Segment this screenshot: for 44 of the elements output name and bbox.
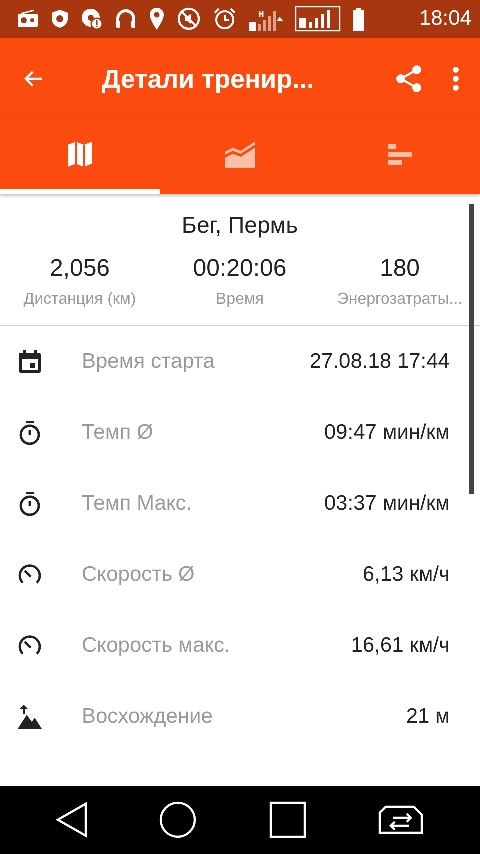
map-icon [68,142,92,168]
stopwatch-icon [18,492,42,516]
detail-value: 03:37 мин/км [324,492,450,516]
stopwatch-icon [18,420,42,444]
detail-value: 16,61 км/ч [351,634,450,658]
stat-label: Энергозатраты... [337,291,463,309]
detail-label: Темп Макс. [82,492,194,516]
activity-title: Бег, Пермь [182,212,298,239]
stat-label: Дистанция (км) [24,291,136,309]
recents-square-icon [268,801,307,839]
stat-value: 180 [380,255,420,283]
sim-switch-icon [378,805,424,835]
clock-time: 18:04 [419,7,472,31]
back-triangle-icon [56,802,88,838]
detail-value: 27.08.18 17:44 [310,350,450,374]
location-pin-icon [149,7,165,31]
headphones-icon [115,8,137,30]
alert-badge-icon [81,8,103,30]
alarm-clock-icon [213,7,237,31]
stat-label: Время [216,291,264,309]
detail-label: Время старта [82,350,216,374]
stat-value: 2,056 [50,255,110,283]
area-chart-icon [225,142,255,168]
more-icon [452,66,460,92]
detail-value: 09:47 мин/км [324,420,450,444]
detail-label: Скорость Ø [82,562,196,586]
detail-label: Восхождение [82,704,214,728]
share-icon [394,64,424,94]
sim-signal-icon [295,6,341,32]
speedometer-icon [18,634,42,658]
speedometer-icon [18,562,42,586]
detail-label: Скорость макс. [82,634,232,658]
stat-value: 00:20:06 [193,255,287,283]
mute-icon [177,7,201,31]
battery-icon [353,7,365,31]
calendar-icon [18,350,42,374]
home-circle-icon [159,801,198,839]
radio-icon [17,10,39,28]
detail-value: 6,13 км/ч [362,562,450,586]
detail-value: 21 м [406,704,450,728]
screen-title: Детали тренир... [102,64,316,94]
detail-label: Темп Ø [82,420,154,444]
bar-chart-icon [388,144,412,165]
mountain-icon [18,704,42,728]
